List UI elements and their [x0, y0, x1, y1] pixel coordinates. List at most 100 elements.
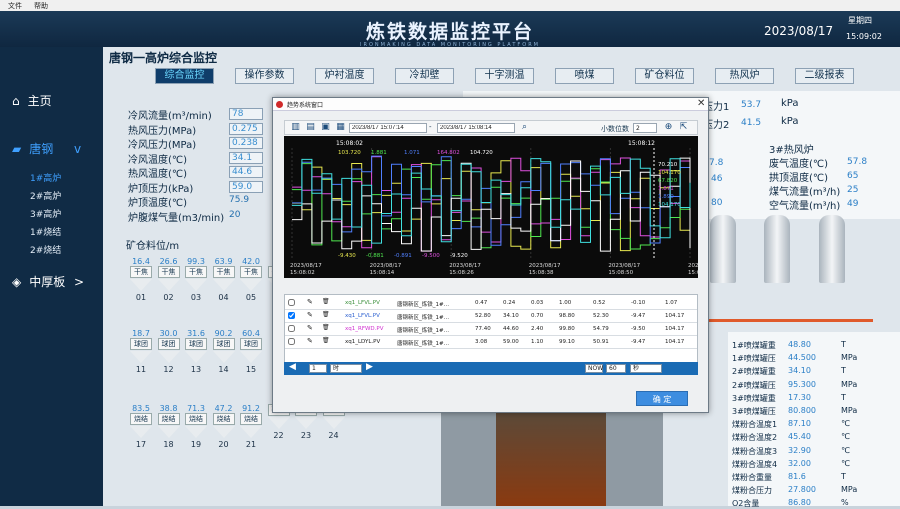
silo-material: 烧结 — [157, 413, 180, 425]
series-stat: 104.17 — [665, 339, 685, 345]
start-time-input[interactable] — [349, 123, 427, 133]
injection-value: 44.500 — [788, 353, 816, 363]
tab-8[interactable]: 二级报表 — [795, 68, 854, 84]
menu-file[interactable]: 文件 — [8, 1, 22, 11]
injection-label: 2#喷煤罐重 — [732, 367, 776, 377]
injection-value: 32.90 — [788, 445, 811, 455]
silo[interactable]: 60.4 球团 15 — [240, 329, 262, 374]
prev-icon[interactable]: ◀ — [289, 362, 296, 372]
close-icon[interactable]: ✕ — [697, 98, 705, 110]
tab-6[interactable]: 矿仓料位 — [635, 68, 694, 84]
param-label: 炉顶压力(kPa) — [128, 183, 194, 195]
silo-material: 干焦 — [212, 266, 235, 278]
injection-value: 27.800 — [788, 485, 816, 495]
silo[interactable]: 71.3 烧结 19 — [185, 404, 207, 449]
menu-help[interactable]: 帮助 — [34, 1, 48, 11]
row-checkbox[interactable] — [288, 325, 295, 332]
injection-label: 煤粉合温度4 — [732, 459, 778, 469]
delete-icon[interactable]: 🗑 — [322, 324, 330, 331]
table-row[interactable]: ✎ 🗑 xq1_LFVL.PV 唐钢新区_炼铁_1#… 52.80 34.10 0.70 98… — [285, 310, 697, 323]
silo[interactable]: 30.0 球团 12 — [157, 329, 180, 374]
silo[interactable]: 38.8 烧结 18 — [157, 404, 180, 449]
silo[interactable]: 16.4 干焦 01 — [130, 257, 152, 302]
search-icon[interactable]: ⌕ — [519, 122, 530, 133]
tab-2[interactable]: 炉衬温度 — [315, 68, 374, 84]
silo[interactable]: 31.6 球团 13 — [185, 329, 207, 374]
sidebar-sub-1-furnace[interactable]: 1#高炉 — [30, 171, 61, 184]
next-icon[interactable]: ▶ — [366, 362, 373, 372]
trend-chart[interactable]: 15:08:02 15:08:12 103.720 1.881 1.071 164.802… — [284, 136, 698, 278]
interval-unit-select[interactable]: 秒 — [630, 364, 662, 373]
edit-icon[interactable]: ✎ — [307, 311, 313, 319]
now-button[interactable]: NOW — [585, 364, 603, 373]
injection-label: 3#喷煤罐重 — [732, 393, 776, 403]
sidebar-sub-1-sinter[interactable]: 1#烧结 — [30, 225, 61, 238]
silo[interactable]: 26.6 干焦 02 — [157, 257, 180, 302]
table-row[interactable]: ✎ 🗑 xq1_RFWD.PV 唐钢新区_炼铁_1#… 77.40 44.60 2.40 99… — [285, 323, 697, 336]
edit-icon[interactable]: ✎ — [307, 324, 313, 332]
silo-level: 47.2 — [214, 404, 233, 413]
injection-label: 煤粉合压力 — [732, 486, 772, 496]
silo-level: 16.4 — [132, 257, 150, 266]
silo-level: 38.8 — [159, 404, 178, 413]
row-checkbox[interactable] — [288, 338, 295, 345]
row-checkbox[interactable] — [288, 299, 295, 306]
delete-icon[interactable]: 🗑 — [322, 337, 330, 344]
silo-number: 18 — [163, 440, 174, 449]
delete-icon[interactable]: 🗑 — [322, 298, 330, 305]
silo[interactable]: 83.5 烧结 17 — [130, 404, 152, 449]
sidebar-sub-2-sinter[interactable]: 2#烧结 — [30, 243, 61, 256]
silo[interactable]: 99.3 干焦 03 — [185, 257, 207, 302]
save-icon[interactable]: ▣ — [320, 122, 331, 133]
add-icon[interactable]: ⊕ — [663, 122, 674, 133]
tab-5[interactable]: 喷煤 — [555, 68, 614, 84]
sidebar-item-tanggang[interactable]: ▰ 唐钢 v — [12, 140, 97, 157]
end-time-input[interactable] — [437, 123, 515, 133]
tab-7[interactable]: 热风炉 — [715, 68, 774, 84]
chart-add-icon[interactable]: ▤ — [305, 122, 316, 133]
chart-icon[interactable]: ▥ — [290, 122, 301, 133]
print-icon[interactable]: ▦ — [335, 122, 346, 133]
edit-icon[interactable]: ✎ — [307, 337, 313, 345]
injection-value: 48.80 — [788, 340, 811, 349]
sidebar-item-home[interactable]: ⌂ 主页 — [12, 92, 52, 109]
interval-input[interactable]: 60 — [606, 364, 626, 373]
table-row[interactable]: ✎ 🗑 xq1_LFVL.PV 唐钢新区_炼铁_1#… 0.47 0.24 0.03 1.00… — [285, 297, 697, 310]
sidebar-sub-3-furnace[interactable]: 3#高炉 — [30, 207, 61, 220]
silo[interactable]: 47.2 烧结 20 — [212, 404, 235, 449]
row-checkbox[interactable] — [288, 312, 295, 319]
silo[interactable]: 91.2 烧结 21 — [240, 404, 262, 449]
sidebar-sub-2-furnace[interactable]: 2#高炉 — [30, 189, 61, 202]
silo[interactable]: 42.0 干焦 05 — [240, 257, 262, 302]
decimals-select[interactable]: 2 — [633, 123, 657, 133]
x-tick-label: 2023/08/17 — [370, 263, 402, 269]
export-icon[interactable]: ⇱ — [678, 122, 689, 133]
silo-cone — [130, 351, 152, 363]
chart-value-label: -9.430 — [338, 253, 356, 259]
silo-cone — [185, 279, 207, 291]
tab-0[interactable]: 综合监控 — [155, 68, 214, 84]
table-row[interactable]: ✎ 🗑 xq1_LDYL.PV 唐钢新区_炼铁_1#… 3.08 59.00 1.10 99.… — [285, 336, 697, 349]
page-input[interactable]: 1 — [309, 364, 327, 373]
delete-icon[interactable]: 🗑 — [322, 311, 330, 318]
tooltip-left-time: 15:08:02 — [336, 140, 363, 147]
tab-1[interactable]: 操作参数 — [235, 68, 294, 84]
edit-icon[interactable]: ✎ — [307, 298, 313, 306]
chart-value-label: 104.170 — [658, 170, 681, 176]
series-stat: 52.80 — [475, 313, 491, 319]
series-stat: 59.00 — [503, 339, 519, 345]
silo[interactable]: 90.2 球团 14 — [212, 329, 235, 374]
param-label: 热风温度(℃) — [128, 169, 188, 180]
page-unit-select[interactable]: 时 — [330, 364, 362, 373]
tab-4[interactable]: 十字测温 — [475, 68, 534, 84]
sidebar-item-zhonghouban[interactable]: ◈ 中厚板 > — [12, 273, 97, 290]
tab-3[interactable]: 冷却壁 — [395, 68, 454, 84]
series-stat: 34.10 — [503, 313, 519, 319]
menu-bar: 文件 帮助 — [0, 0, 900, 11]
silo[interactable]: 63.9 干焦 04 — [212, 257, 235, 302]
injection-label: 煤粉合重量 — [732, 473, 772, 482]
silo-material: 烧结 — [240, 413, 262, 425]
series-stat: 2.40 — [531, 326, 544, 332]
silo[interactable]: 18.7 球团 11 — [130, 329, 152, 374]
ok-button[interactable]: 确 定 — [636, 391, 688, 406]
